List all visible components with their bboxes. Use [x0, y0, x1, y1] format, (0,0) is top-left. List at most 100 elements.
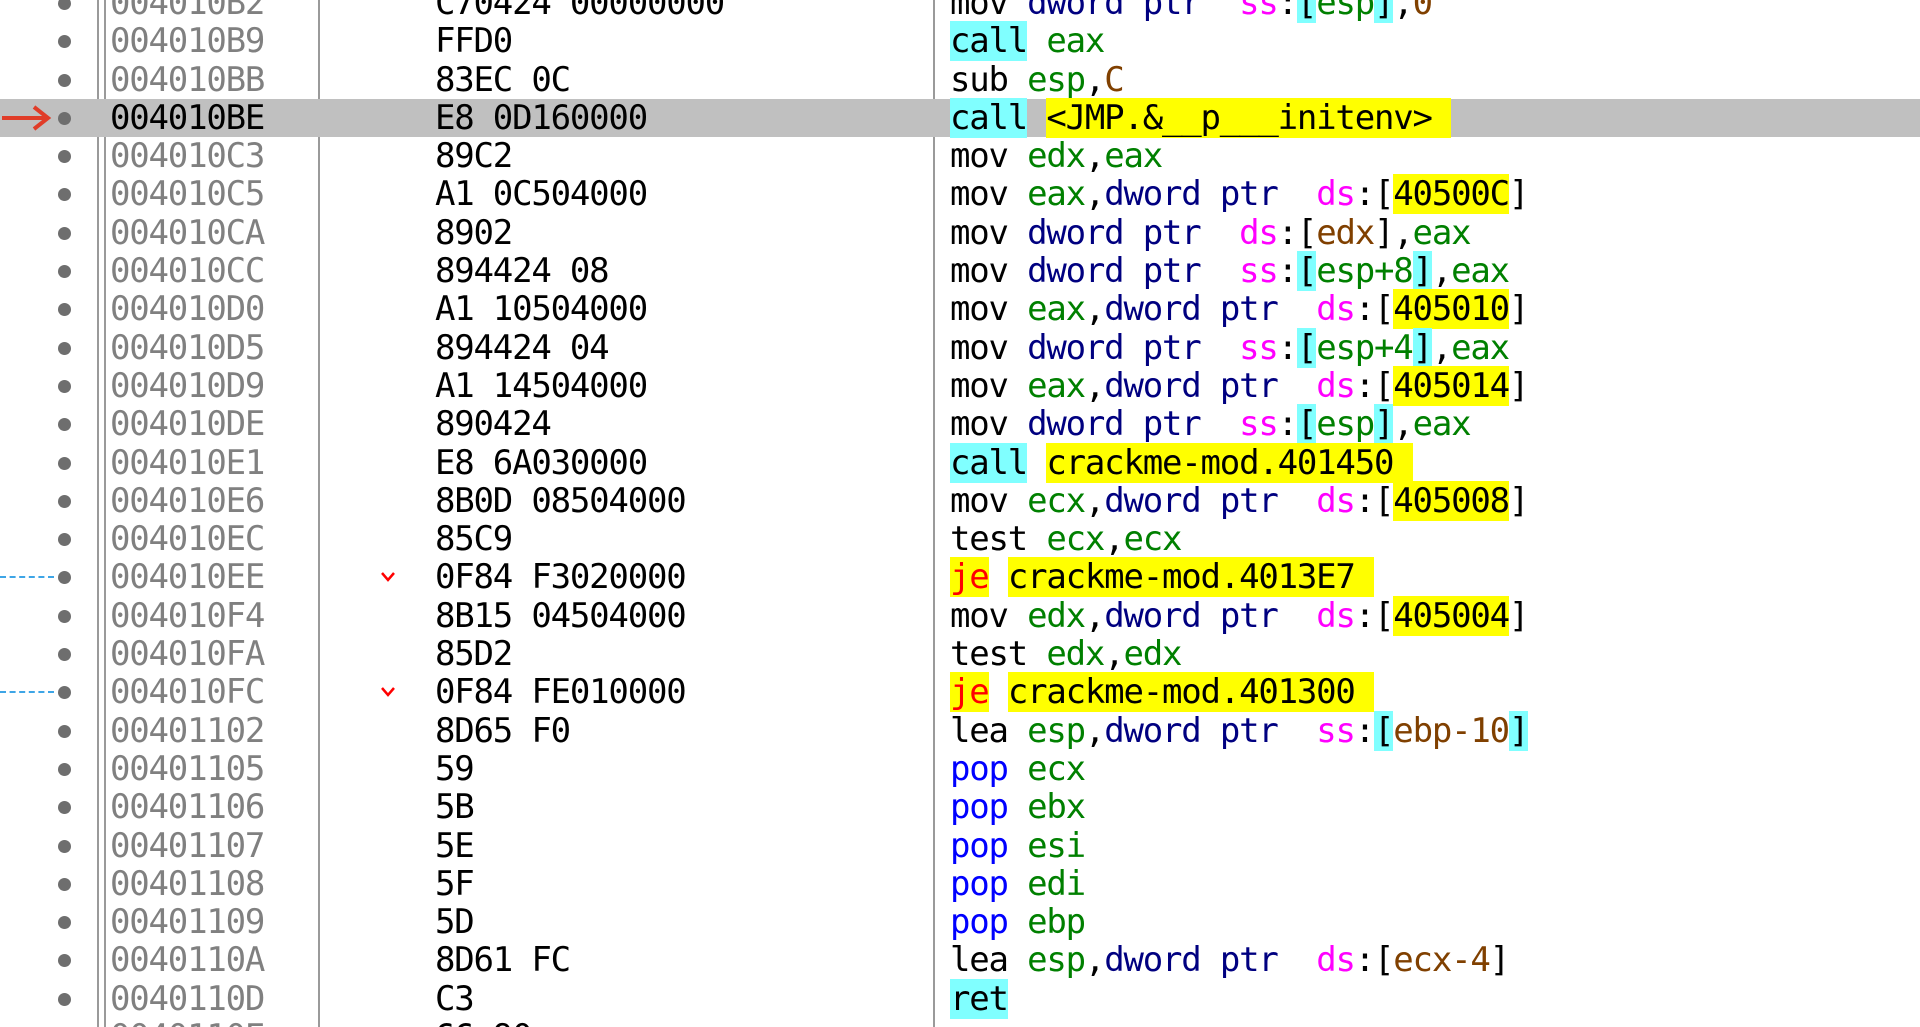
asm-token: , — [1084, 480, 1105, 521]
instruction-row[interactable]: 0040110A 8D61 FC lea esp,dword ptr ds:[ecx… — [0, 940, 1920, 981]
breakpoint-dot-icon[interactable] — [58, 265, 71, 279]
instruction-address: 004010FC — [110, 672, 265, 713]
instruction-row[interactable]: 00401108 5F pop edi — [0, 865, 1920, 903]
instruction-row[interactable]: 004010C3 89C2 mov edx,eax — [0, 137, 1920, 175]
asm-token: esp+4 — [1316, 327, 1414, 368]
instruction-address: 004010BE — [110, 97, 265, 138]
breakpoint-dot-icon[interactable] — [58, 73, 71, 87]
breakpoint-dot-icon[interactable] — [58, 686, 71, 700]
instruction-row[interactable]: 004010E1 E8 6A030000 call crackme-mod.4014… — [0, 442, 1920, 483]
instruction-disassembly: mov dword ptr ss:[esp],0 — [950, 0, 1433, 23]
breakpoint-dot-icon[interactable] — [58, 571, 71, 585]
breakpoint-dot-icon[interactable] — [58, 494, 71, 508]
instruction-row[interactable]: 004010EC 85C9 test ecx,ecx — [0, 520, 1920, 558]
instruction-row[interactable]: 00401105 59 pop ecx — [0, 750, 1920, 788]
breakpoint-dot-icon[interactable] — [58, 35, 71, 49]
instruction-bytes: 8D65 F0 — [435, 710, 571, 751]
asm-token — [1278, 366, 1317, 406]
asm-token: ss — [1239, 404, 1279, 445]
instruction-row[interactable]: 004010D5 894424 04 mov dword ptr ss:[esp+4… — [0, 327, 1920, 368]
breakpoint-dot-icon[interactable] — [58, 226, 71, 240]
breakpoint-dot-icon[interactable] — [58, 609, 71, 623]
asm-token — [1008, 902, 1027, 942]
instruction-row[interactable]: 004010EE 0F84 F3020000 je crackme-mod.4013… — [0, 557, 1920, 598]
instruction-row[interactable]: 00401102 8D65 F0 lea esp,dword ptr ss:[ebp… — [0, 710, 1920, 751]
instruction-row[interactable]: 004010D0 A1 10504000 mov eax,dword ptr ds:… — [0, 289, 1920, 330]
breakpoint-dot-icon[interactable] — [58, 839, 71, 853]
breakpoint-dot-icon[interactable] — [58, 954, 71, 968]
asm-token — [1008, 481, 1027, 521]
breakpoint-dot-icon[interactable] — [58, 379, 71, 393]
instruction-address: 004010CA — [110, 212, 265, 253]
breakpoint-dot-icon[interactable] — [58, 418, 71, 432]
asm-token: ], — [1374, 212, 1414, 253]
disassembly-view[interactable]: 004010B2 C70424 00000000 mov dword ptr ss:… — [0, 0, 1920, 1027]
instruction-row[interactable]: 004010E6 8B0D 08504000 mov ecx,dword ptr d… — [0, 480, 1920, 521]
breakpoint-dot-icon[interactable] — [58, 762, 71, 776]
asm-token — [1278, 711, 1317, 751]
asm-token: , — [1084, 710, 1105, 751]
breakpoint-dot-icon[interactable] — [58, 992, 71, 1006]
asm-token: ptr — [1219, 174, 1279, 215]
instruction-address: 004010FA — [110, 634, 265, 675]
instruction-row[interactable]: 0040110E 66:90 nop — [0, 1018, 1920, 1027]
instruction-disassembly: call eax — [950, 21, 1105, 62]
breakpoint-dot-icon[interactable] — [58, 877, 71, 891]
instruction-bytes: 894424 04 — [435, 327, 610, 368]
asm-token — [1027, 519, 1046, 559]
instruction-disassembly: pop ebp — [950, 902, 1086, 942]
asm-token: dword — [1027, 327, 1125, 368]
instruction-bytes: 5D — [435, 902, 475, 943]
breakpoint-dot-icon[interactable] — [58, 533, 71, 547]
breakpoint-dot-icon[interactable] — [58, 111, 71, 125]
asm-token — [1008, 749, 1027, 789]
asm-token: esp — [1027, 59, 1086, 100]
asm-token: mov — [950, 289, 1009, 330]
instruction-row[interactable]: 004010FA 85D2 test edx,edx — [0, 635, 1920, 673]
asm-token: :[ — [1354, 480, 1395, 521]
asm-token: dword — [1027, 404, 1125, 445]
instruction-row[interactable]: 004010F4 8B15 04504000 mov edx,dword ptr d… — [0, 595, 1920, 636]
instruction-row[interactable]: 004010CA 8902 mov dword ptr ds:[edx],eax — [0, 212, 1920, 253]
breakpoint-dot-icon[interactable] — [58, 456, 71, 470]
breakpoint-dot-icon[interactable] — [58, 801, 71, 815]
breakpoint-dot-icon[interactable] — [58, 724, 71, 738]
asm-token: , — [1104, 634, 1124, 675]
instruction-row[interactable]: 00401109 5D pop ebp — [0, 903, 1920, 941]
asm-token: pop — [950, 748, 1009, 789]
instruction-bytes: 8B15 04504000 — [435, 595, 687, 636]
asm-token — [1008, 826, 1027, 866]
branch-gutter — [0, 750, 56, 788]
instruction-row[interactable]: 004010D9 A1 14504000 mov eax,dword ptr ds:… — [0, 365, 1920, 406]
instruction-row[interactable]: 004010DE 890424 mov dword ptr ss:[esp],eax — [0, 404, 1920, 445]
instruction-row[interactable]: 0040110D C3 ret — [0, 978, 1920, 1019]
breakpoint-dot-icon[interactable] — [58, 303, 71, 317]
instruction-row[interactable]: 004010B9 FFD0 call eax — [0, 21, 1920, 62]
breakpoint-dot-icon[interactable] — [58, 916, 71, 930]
instruction-row[interactable]: 004010C5 A1 0C504000 mov eax,dword ptr ds:… — [0, 174, 1920, 215]
instruction-row[interactable]: 004010BB 83EC 0C sub esp,C — [0, 59, 1920, 100]
asm-token: :[ — [1354, 289, 1395, 330]
asm-token: , — [1084, 174, 1105, 215]
instruction-bytes: 8D61 FC — [435, 940, 571, 981]
asm-token — [1123, 0, 1142, 23]
asm-token: ss — [1239, 0, 1279, 23]
branch-gutter — [0, 788, 56, 826]
instruction-row-current[interactable]: 004010BE E8 0D160000 call <JMP.&__p___init… — [0, 97, 1920, 138]
branch-gutter — [0, 252, 56, 290]
breakpoint-dot-icon[interactable] — [58, 150, 71, 164]
instruction-row[interactable]: 004010B2 C70424 00000000 mov dword ptr ss:… — [0, 0, 1920, 23]
breakpoint-dot-icon[interactable] — [58, 0, 71, 10]
breakpoint-dot-icon[interactable] — [58, 341, 71, 355]
instruction-disassembly: mov dword ptr ss:[esp+8],eax — [950, 251, 1510, 292]
asm-token: ] — [1489, 940, 1510, 981]
instruction-row[interactable]: 00401107 5E pop esi — [0, 826, 1920, 866]
breakpoint-dot-icon[interactable] — [58, 648, 71, 662]
instruction-disassembly: mov edx,eax — [950, 137, 1163, 175]
instruction-row[interactable]: 00401106 5B pop ebx — [0, 788, 1920, 827]
breakpoint-dot-icon[interactable] — [58, 188, 71, 202]
instruction-row[interactable]: 004010FC 0F84 FE010000 je crackme-mod.4013… — [0, 672, 1920, 713]
instruction-row[interactable]: 004010CC 894424 08 mov dword ptr ss:[esp+8… — [0, 251, 1920, 292]
asm-token: ptr — [1219, 595, 1279, 636]
asm-token: eax — [1451, 327, 1510, 368]
